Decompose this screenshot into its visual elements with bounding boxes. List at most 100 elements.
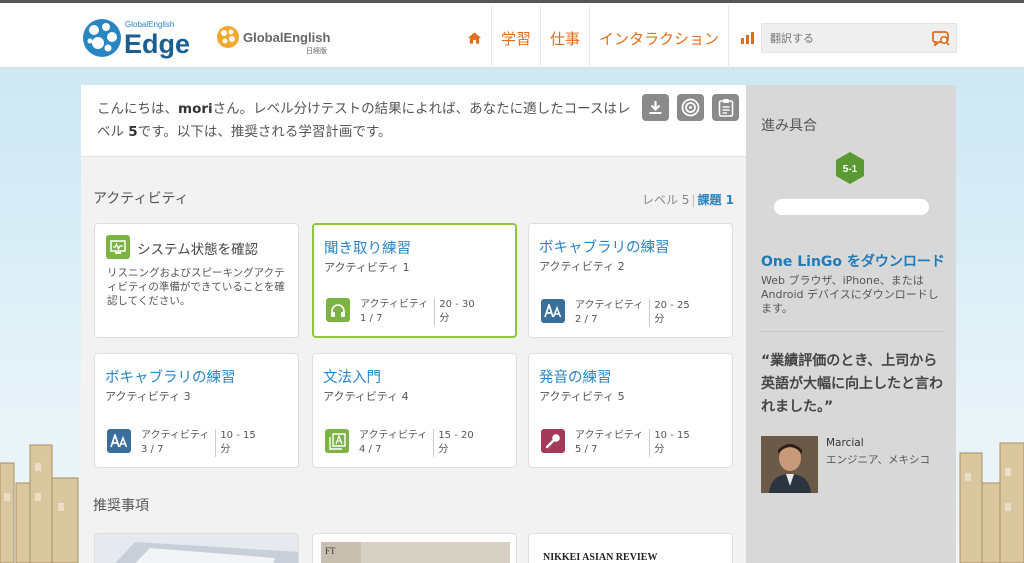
ge-label: GlobalEnglish (243, 30, 330, 45)
lesson-link[interactable]: 課題 1 (697, 193, 734, 207)
nav-interaction[interactable]: インタラクション (590, 6, 730, 70)
activities-title: アクティビティ (93, 191, 189, 207)
activity-icon-box (541, 429, 565, 453)
testimonial-quote: “業績評価のとき、上司から英語が大幅に向上したと言われました。” (761, 353, 943, 415)
recommendation-card-1[interactable] (94, 533, 299, 563)
activity-progress: 1 / 7 (360, 313, 383, 324)
activity-stats: アクティビティ 2 / 7 20 - 25 分 (575, 299, 696, 327)
translate-search-box (761, 23, 957, 53)
translate-icon[interactable] (932, 30, 950, 46)
stat-label: アクティビティ (575, 430, 644, 441)
greeting-banner: こんにちは、moriさん。レベル分けテストの結果によれば、あなたに適したコースは… (81, 85, 746, 157)
one-lingo-description: Web ブラウザ、iPhone、または Android デバイスにダウンロードし… (761, 274, 939, 315)
greeting-message: こんにちは、moriさん。レベル分けテストの結果によれば、あなたに適したコースは… (97, 98, 637, 144)
globalenglish-nikkei-logo[interactable]: GlobalEnglish 日経版 (216, 23, 346, 59)
time-unit: 分 (654, 444, 665, 455)
activity-icon-box (325, 429, 349, 453)
activity-icon-box (541, 299, 565, 323)
testimonial-name: Marcial (826, 437, 864, 449)
activity-time: 15 - 20 (438, 430, 474, 441)
activity-stats: アクティビティ 4 / 7 15 - 20 分 (359, 429, 480, 457)
testimonial-role: エンジニア、メキシコ (826, 454, 930, 466)
activity-card-4[interactable]: 文法入門 アクティビティ 4 アクティビティ 4 / 7 15 - 20 分 (312, 353, 517, 468)
main-nav: 学習 仕事 インタラクション (458, 6, 767, 70)
one-lingo-download-link[interactable]: One LinGo をダウンロード (761, 251, 945, 271)
activity-title: ボキャブラリの練習 (105, 370, 236, 386)
article-thumbnail: NIKKEI ASIAN REVIEW (529, 534, 732, 563)
system-check-icon-box (106, 235, 130, 259)
activity-card-3[interactable]: ボキャブラリの練習 アクティビティ 3 アクティビティ 3 / 7 10 - 15… (94, 353, 299, 468)
activity-title: 文法入門 (323, 370, 381, 386)
activity-number: アクティビティ 4 (323, 390, 409, 403)
activity-number: アクティビティ 5 (539, 390, 625, 403)
system-check-card[interactable]: システム状態を確認 リスニングおよびスピーキングアクティビティの準備ができている… (94, 223, 299, 338)
download-button[interactable] (642, 94, 669, 121)
activity-title: ボキャブラリの練習 (539, 240, 670, 256)
level-hexagon-badge[interactable]: 5-1 (835, 151, 865, 185)
level-label: レベル 5 (641, 193, 690, 207)
download-icon (649, 101, 662, 114)
time-unit: 分 (220, 444, 231, 455)
article-thumbnail (95, 534, 298, 563)
level-badge-text: 5-1 (843, 164, 858, 175)
activity-progress: 3 / 7 (141, 444, 164, 455)
activity-card-5[interactable]: 発音の練習 アクティビティ 5 アクティビティ 5 / 7 10 - 15 分 (528, 353, 733, 468)
progress-bar (774, 199, 929, 215)
sidebar-divider (761, 331, 943, 332)
activity-number: アクティビティ 3 (105, 390, 191, 403)
recommendations-title: 推奨事項 (93, 498, 149, 514)
activity-number: アクティビティ 2 (539, 260, 625, 273)
goal-button[interactable] (677, 94, 704, 121)
system-check-title: システム状態を確認 (137, 242, 259, 258)
progress-sidebar: 進み具合 5-1 One LinGo をダウンロード Web ブラウザ、iPho… (746, 85, 956, 563)
article-thumbnail: FT (321, 542, 510, 563)
target-icon (681, 98, 700, 117)
edge-small-label: GlobalEnglish (125, 20, 174, 29)
stat-label: アクティビティ (359, 430, 428, 441)
microphone-icon (545, 434, 560, 449)
system-check-description: リスニングおよびスピーキングアクティビティの準備ができていることを確認してくださ… (107, 267, 285, 307)
vocabulary-icon (110, 434, 128, 448)
activity-icon-box (326, 298, 350, 322)
testimonial-avatar (761, 436, 818, 493)
headphones-icon (331, 303, 345, 317)
top-header: GlobalEnglish Edge GlobalEnglish 日経版 学習 … (0, 0, 1024, 70)
progress-title: 進み具合 (761, 118, 817, 134)
stat-label: アクティビティ (141, 430, 210, 441)
grammar-icon (328, 432, 346, 450)
activity-card-2[interactable]: ボキャブラリの練習 アクティビティ 2 アクティビティ 2 / 7 20 - 25… (528, 223, 733, 338)
activity-card-1[interactable]: 聞き取り練習 アクティビティ 1 アクティビティ 1 / 7 20 - 30 分 (312, 223, 517, 338)
person-photo (761, 436, 818, 493)
activity-progress: 5 / 7 (575, 444, 598, 455)
user-name: mori (178, 101, 213, 117)
activity-time: 20 - 30 (439, 299, 475, 310)
edge-label: Edge (124, 29, 190, 59)
main-panel: こんにちは、moriさん。レベル分けテストの結果によれば、あなたに適したコースは… (81, 85, 746, 563)
recommendation-card-3[interactable]: NIKKEI ASIAN REVIEW (528, 533, 733, 563)
translate-input[interactable] (762, 24, 922, 52)
study-plan-button[interactable] (712, 94, 739, 121)
monitor-check-icon (110, 239, 126, 254)
nikkei-asian-review-logo: NIKKEI ASIAN REVIEW (543, 552, 657, 563)
vocabulary-icon (544, 304, 562, 318)
greeting-prefix: こんにちは、 (97, 101, 178, 117)
globalenglish-edge-logo[interactable]: GlobalEnglish Edge (82, 15, 202, 61)
activity-time: 20 - 25 (654, 300, 690, 311)
nav-study[interactable]: 学習 (492, 6, 542, 70)
recommendation-card-2[interactable]: FT (312, 533, 517, 563)
activity-stats: アクティビティ 1 / 7 20 - 30 分 (360, 298, 481, 326)
activity-title: 聞き取り練習 (324, 241, 411, 257)
ft-logo-text: FT (325, 546, 336, 556)
activity-time: 10 - 15 (220, 430, 256, 441)
nav-home[interactable] (458, 6, 492, 70)
activity-time: 10 - 15 (654, 430, 690, 441)
activity-progress: 4 / 7 (359, 444, 382, 455)
nav-work[interactable]: 仕事 (541, 6, 591, 70)
activity-title: 発音の練習 (539, 370, 612, 386)
level-lesson-info: レベル 5 | 課題 1 (642, 191, 734, 208)
time-unit: 分 (439, 313, 450, 324)
clipboard-icon (718, 99, 733, 117)
recommended-level: 5 (128, 124, 138, 140)
stat-label: アクティビティ (360, 299, 429, 310)
activity-stats: アクティビティ 3 / 7 10 - 15 分 (141, 429, 262, 457)
